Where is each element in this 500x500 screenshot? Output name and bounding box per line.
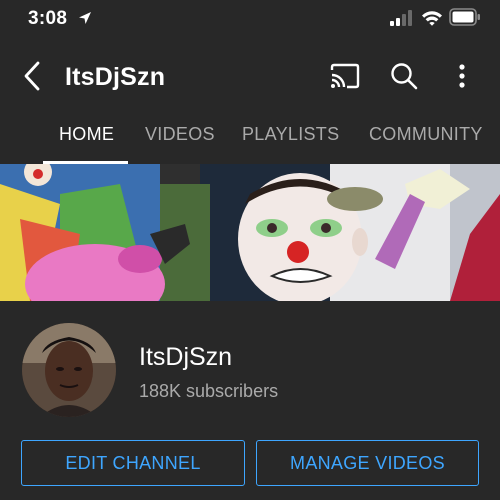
channel-name: ItsDjSzn bbox=[139, 343, 233, 371]
wifi-icon bbox=[422, 11, 442, 26]
status-time: 3:08 bbox=[28, 8, 68, 29]
cellular-signal-icon bbox=[390, 10, 412, 26]
edit-channel-button[interactable]: EDIT CHANNEL bbox=[21, 440, 245, 486]
back-button[interactable] bbox=[20, 58, 46, 94]
battery-icon bbox=[449, 8, 480, 26]
page-title: ItsDjSzn bbox=[65, 63, 166, 91]
search-button[interactable] bbox=[389, 61, 419, 91]
status-bar: 3:08 bbox=[0, 0, 500, 38]
tab-home[interactable]: HOME bbox=[59, 124, 114, 145]
banner-image bbox=[0, 164, 500, 301]
avatar-image bbox=[22, 323, 116, 417]
app-bar: ItsDjSzn bbox=[0, 48, 500, 106]
channel-banner bbox=[0, 164, 500, 301]
chevron-left-icon bbox=[24, 61, 40, 91]
more-vertical-icon bbox=[459, 64, 465, 88]
cast-button[interactable] bbox=[330, 63, 360, 89]
avatar[interactable] bbox=[22, 323, 116, 417]
channel-tabs: HOME VIDEOS PLAYLISTS COMMUNITY bbox=[0, 110, 500, 164]
tab-community[interactable]: COMMUNITY bbox=[369, 124, 483, 145]
subscriber-count: 188K subscribers bbox=[139, 381, 279, 401]
search-icon bbox=[391, 63, 418, 90]
more-options-button[interactable] bbox=[452, 61, 472, 91]
cast-icon bbox=[330, 63, 360, 89]
tab-playlists[interactable]: PLAYLISTS bbox=[242, 124, 339, 145]
location-arrow-icon bbox=[79, 12, 91, 24]
manage-videos-button[interactable]: MANAGE VIDEOS bbox=[256, 440, 479, 486]
tab-videos[interactable]: VIDEOS bbox=[145, 124, 215, 145]
